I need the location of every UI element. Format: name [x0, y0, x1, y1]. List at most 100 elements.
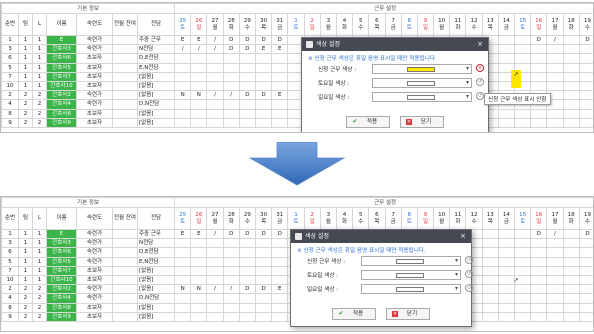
day-header[interactable]: 31 금 — [271, 13, 289, 36]
day-header[interactable]: 27 월 — [206, 13, 224, 36]
name-cell[interactable]: 간호사7 — [46, 265, 77, 276]
duty-cell[interactable] — [481, 293, 499, 304]
team-cell[interactable]: 2 — [18, 90, 33, 101]
carry-cell[interactable] — [112, 274, 138, 286]
table-row[interactable]: 10 1 1 간호사10 초보자 [없음] — [1, 80, 593, 92]
duty-cell[interactable] — [174, 71, 192, 82]
carry-cell[interactable] — [112, 80, 138, 92]
duty-cell[interactable]: D — [530, 228, 548, 240]
day-header[interactable]: 11 화 — [449, 13, 467, 36]
duty-cell[interactable]: D — [530, 34, 548, 46]
table-row[interactable]: 7 1 1 간호사7 초보자 [없음] — [1, 71, 593, 82]
carry-cell[interactable] — [112, 247, 138, 258]
duty-cell[interactable] — [497, 284, 516, 295]
team-cell[interactable]: 2 — [18, 293, 33, 304]
skill-cell[interactable]: 숙련가 — [76, 238, 113, 249]
duty-cell[interactable] — [530, 238, 548, 249]
day-header[interactable]: 30 목 — [254, 13, 273, 36]
sort-cell[interactable]: 1 — [32, 238, 47, 249]
duty-cell[interactable] — [578, 238, 593, 249]
duty-cell[interactable] — [530, 293, 548, 304]
duty-cell[interactable] — [546, 311, 564, 322]
duty-cell[interactable] — [546, 238, 564, 249]
skill-cell[interactable]: 숙련가 — [76, 293, 113, 304]
duty-cell[interactable] — [222, 71, 240, 82]
day-header[interactable]: 4화 — [335, 207, 354, 230]
day-header[interactable]: 3월 — [319, 13, 337, 36]
duty-cell[interactable] — [530, 108, 548, 119]
duty-cell[interactable] — [481, 284, 499, 295]
day-header[interactable]: 17 월 — [546, 207, 564, 230]
day-header[interactable]: 25 토 — [174, 207, 192, 230]
duty-cell[interactable] — [222, 238, 240, 249]
duty-cell[interactable] — [254, 247, 273, 258]
day-header[interactable]: 5수 — [352, 207, 370, 230]
name-cell[interactable]: 간호사3 — [46, 238, 77, 249]
duty-cell[interactable] — [238, 117, 257, 128]
duty-cell[interactable]: D — [238, 228, 257, 240]
team-cell[interactable]: 1 — [18, 34, 33, 46]
seq-cell[interactable]: 6 — [1, 53, 19, 64]
duty-cell[interactable] — [562, 80, 580, 92]
duty-cell[interactable] — [254, 53, 273, 64]
column-header-seq[interactable]: 순번 — [1, 13, 19, 36]
duty-cell[interactable] — [190, 71, 208, 82]
column-header-dedicated[interactable]: 전담 — [136, 207, 176, 230]
dedicated-cell[interactable]: [없음] — [136, 117, 176, 128]
duty-cell[interactable] — [530, 256, 548, 267]
skill-cell[interactable]: 숙련가 — [76, 99, 113, 110]
duty-cell[interactable] — [513, 311, 532, 322]
close-button[interactable]: × 닫기 — [399, 116, 444, 128]
dialog-title-bar[interactable]: 색상 설정 × — [302, 38, 488, 51]
name-cell[interactable]: 간호사9 — [46, 311, 77, 322]
duty-cell[interactable]: N — [174, 90, 192, 101]
duty-cell[interactable] — [546, 117, 564, 128]
team-cell[interactable]: 2 — [18, 117, 33, 128]
column-header-name[interactable]: 이름 — [46, 13, 77, 36]
duty-cell[interactable] — [190, 80, 208, 92]
day-header[interactable]: 14 금 — [497, 207, 516, 230]
duty-cell[interactable] — [562, 99, 580, 110]
sort-cell[interactable]: 1 — [32, 44, 47, 55]
duty-cell[interactable] — [481, 228, 499, 240]
duty-cell[interactable] — [497, 53, 516, 64]
dedicated-cell[interactable]: [없음] — [136, 311, 176, 322]
carry-cell[interactable] — [112, 53, 138, 64]
skill-cell[interactable]: 초보자 — [76, 117, 113, 128]
duty-cell[interactable] — [190, 293, 208, 304]
sort-cell[interactable]: 1 — [32, 274, 47, 286]
carry-cell[interactable] — [112, 311, 138, 322]
duty-cell[interactable] — [271, 53, 289, 64]
clear-color-icon[interactable]: × — [476, 64, 484, 72]
duty-cell[interactable] — [206, 265, 224, 276]
duty-cell[interactable] — [546, 247, 564, 258]
dedicated-cell[interactable]: [없음] — [136, 265, 176, 276]
sort-cell[interactable]: 1 — [32, 80, 47, 92]
sort-cell[interactable]: 2 — [32, 293, 47, 304]
duty-cell[interactable] — [222, 293, 240, 304]
duty-cell[interactable]: E — [190, 34, 208, 46]
duty-cell[interactable] — [190, 108, 208, 119]
duty-cell[interactable] — [238, 71, 257, 82]
sunday-color-select[interactable]: ▾ — [361, 284, 461, 294]
duty-cell[interactable] — [206, 293, 224, 304]
day-header[interactable]: 2일 — [303, 13, 321, 36]
duty-cell[interactable]: D — [254, 34, 273, 46]
duty-cell[interactable] — [271, 238, 289, 249]
sort-cell[interactable]: 2 — [32, 284, 47, 295]
duty-cell[interactable] — [578, 99, 593, 110]
day-header[interactable]: 25 토 — [174, 13, 192, 36]
duty-cell[interactable] — [578, 62, 593, 73]
duty-cell[interactable] — [206, 80, 224, 92]
day-header[interactable]: 26 일 — [190, 207, 208, 230]
day-header[interactable]: 19 수 — [578, 207, 593, 230]
skill-cell[interactable]: 초보자 — [76, 62, 113, 73]
duty-cell[interactable] — [578, 117, 593, 128]
duty-cell[interactable] — [271, 108, 289, 119]
duty-cell[interactable] — [190, 62, 208, 73]
column-header-seq[interactable]: 순번 — [1, 207, 19, 230]
name-cell[interactable]: 간호사8 — [46, 108, 77, 119]
duty-cell[interactable] — [562, 117, 580, 128]
duty-cell[interactable] — [254, 293, 273, 304]
duty-cell[interactable] — [562, 265, 580, 276]
